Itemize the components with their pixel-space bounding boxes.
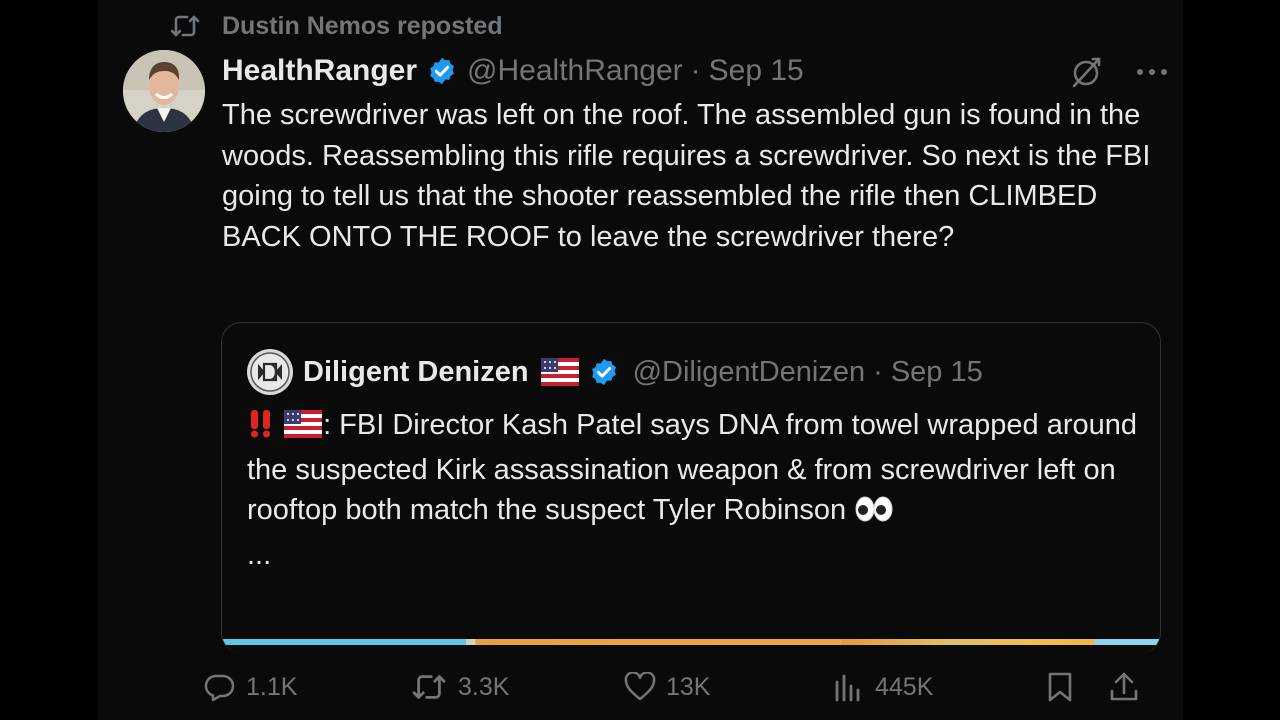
repost-button[interactable]: 3.3K: [410, 664, 509, 710]
views-icon: [833, 672, 875, 702]
quoted-verified-badge-icon: [589, 357, 619, 387]
bookmark-icon: [1045, 671, 1085, 703]
repost-icon: [170, 13, 222, 39]
post-top-actions: [1068, 52, 1168, 92]
quoted-post[interactable]: Diligent Denizen @DiligentDenizen · Sep …: [221, 322, 1161, 653]
double-exclamation-icon: [247, 408, 275, 450]
quoted-media-preview[interactable]: [222, 639, 1160, 645]
quoted-separator-dot: ·: [873, 355, 883, 388]
repost-context[interactable]: Dustin Nemos reposted: [170, 10, 503, 42]
author-name[interactable]: HealthRanger: [222, 54, 417, 88]
author-avatar[interactable]: [123, 50, 205, 132]
quoted-author-name[interactable]: Diligent Denizen: [303, 356, 529, 389]
quoted-author-avatar[interactable]: [247, 349, 293, 395]
post-text: The screwdriver was left on the roof. Th…: [222, 99, 1151, 253]
share-button[interactable]: [1108, 664, 1150, 710]
right-margin: [1183, 0, 1280, 720]
author-handle[interactable]: @HealthRanger: [467, 54, 683, 88]
views-button[interactable]: 445K: [833, 664, 933, 710]
quoted-author-handle[interactable]: @DiligentDenizen: [633, 356, 866, 389]
quoted-post-date[interactable]: Sep 15: [891, 356, 983, 389]
grok-icon[interactable]: [1068, 54, 1104, 90]
eyes-icon: [854, 494, 894, 535]
repost-count: 3.3K: [458, 672, 510, 701]
like-button[interactable]: 13K: [624, 664, 710, 710]
repost-icon: [410, 672, 458, 702]
like-count: 13K: [666, 672, 711, 701]
left-margin: [0, 0, 98, 720]
post-date[interactable]: Sep 15: [709, 54, 804, 88]
view-count: 445K: [875, 672, 934, 701]
quoted-post-ellipsis: ...: [247, 538, 272, 571]
more-icon[interactable]: [1136, 67, 1168, 77]
quoted-post-header: Diligent Denizen @DiligentDenizen · Sep …: [247, 349, 983, 395]
like-icon: [624, 672, 666, 702]
repost-label[interactable]: Dustin Nemos reposted: [222, 12, 503, 41]
post-header: HealthRanger @HealthRanger · Sep 15: [222, 50, 804, 92]
bookmark-button[interactable]: [1045, 664, 1085, 710]
reply-icon: [204, 672, 246, 702]
post-action-bar: 1.1K 3.3K 13K 445K: [200, 664, 1145, 710]
quoted-post-body: : FBI Director Kash Patel says DNA from …: [247, 405, 1147, 575]
us-flag-icon: [283, 409, 323, 450]
us-flag-icon: [540, 358, 579, 386]
share-icon: [1108, 671, 1150, 703]
verified-badge-icon: [427, 56, 457, 86]
separator-dot: ·: [690, 54, 701, 87]
reply-count: 1.1K: [246, 672, 298, 701]
reply-button[interactable]: 1.1K: [204, 664, 297, 710]
quoted-post-text: : FBI Director Kash Patel says DNA from …: [247, 409, 1138, 526]
